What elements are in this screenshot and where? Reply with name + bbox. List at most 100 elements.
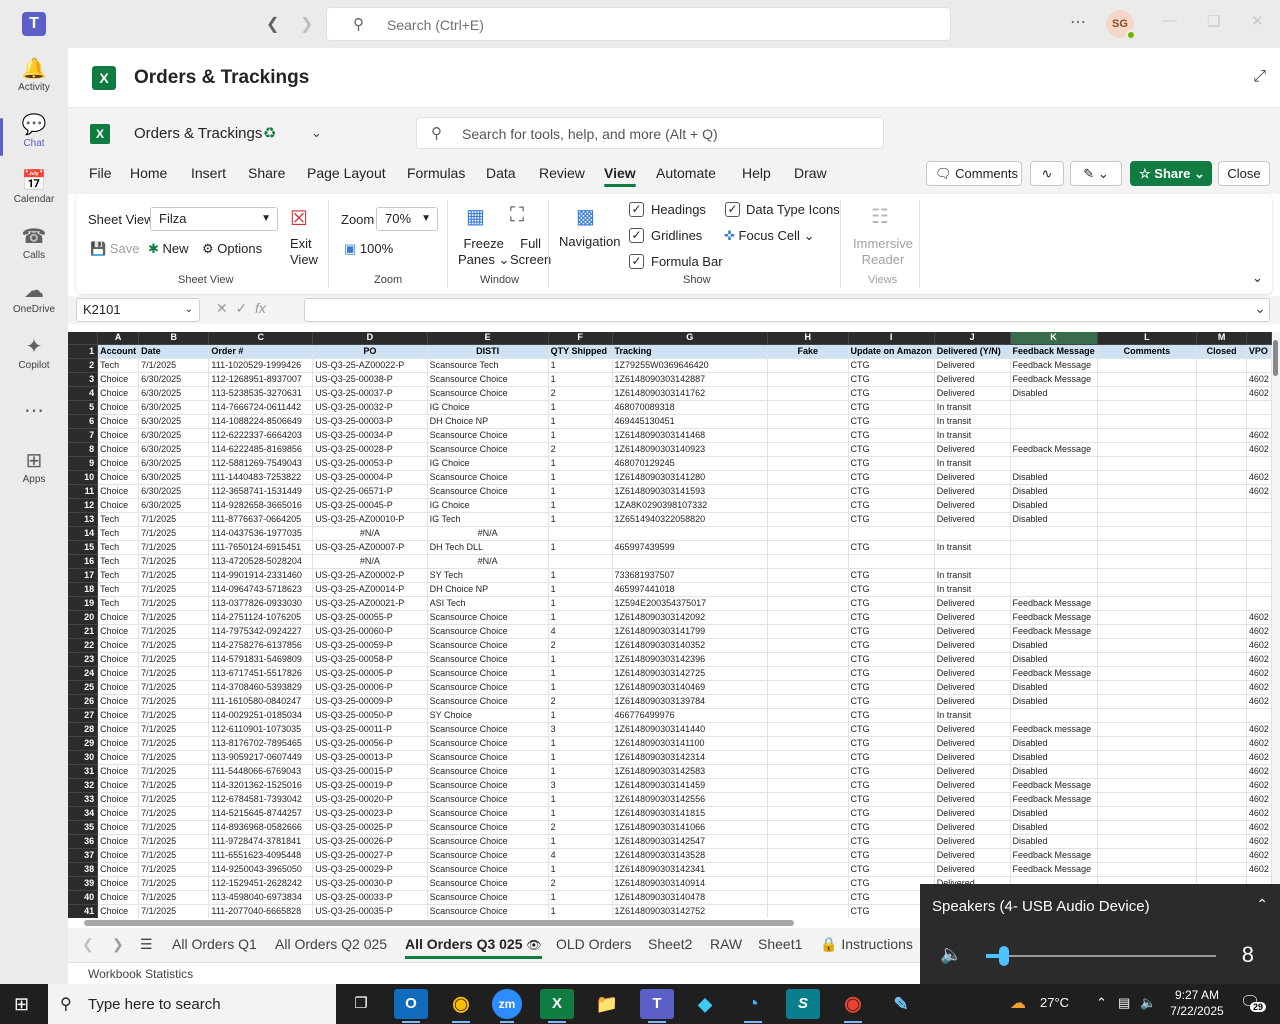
cell[interactable]: Choice [97, 876, 140, 891]
cell[interactable]: US-Q3-25-00013-P [312, 750, 428, 765]
cell[interactable] [1097, 456, 1198, 471]
cell[interactable] [1196, 456, 1247, 471]
cell[interactable]: 6/30/2025 [138, 414, 210, 429]
cell[interactable]: Scansource Choice [427, 820, 549, 835]
cell[interactable]: 1 [548, 764, 613, 779]
function-icon[interactable]: fx [255, 300, 266, 316]
cell[interactable]: 112-5881269-7549043 [208, 456, 314, 471]
cell[interactable] [1246, 512, 1272, 527]
cell[interactable]: Delivered [934, 820, 1011, 835]
navigation-button[interactable]: Navigation [559, 234, 620, 249]
cell[interactable] [1010, 554, 1098, 569]
cell[interactable]: SY Choice [427, 708, 549, 723]
cell[interactable]: 113-6717451-5517826 [208, 666, 314, 681]
editing-mode-button[interactable]: ✎ ⌄ [1070, 161, 1122, 186]
cell[interactable]: 1Z6148090303142396 [612, 652, 769, 667]
cell[interactable]: Disabled [1010, 680, 1098, 695]
cell[interactable] [1196, 442, 1247, 457]
column-header-cell[interactable]: Fake [767, 344, 849, 359]
cell[interactable]: Scansource Choice [427, 694, 549, 709]
cell[interactable] [767, 610, 849, 625]
cell[interactable]: 1 [548, 708, 613, 723]
cell[interactable] [767, 470, 849, 485]
cell[interactable] [1196, 540, 1247, 555]
cell[interactable]: Disabled [1010, 694, 1098, 709]
cell[interactable]: US-Q3-25-00005-P [312, 666, 428, 681]
cell[interactable]: 2 [548, 876, 613, 891]
cell[interactable]: CTG [848, 512, 935, 527]
cell[interactable]: US-Q3-25-00011-P [312, 722, 428, 737]
cell[interactable]: CTG [848, 680, 935, 695]
cell[interactable]: Scansource Choice [427, 470, 549, 485]
cell[interactable]: 7/1/2025 [138, 568, 210, 583]
cell[interactable]: 7/1/2025 [138, 638, 210, 653]
cell[interactable]: US-Q3-25-AZ00021-P [312, 596, 428, 611]
maximize-icon[interactable]: ❑ [1207, 12, 1220, 30]
cell[interactable]: 4602 [1246, 484, 1272, 499]
cell[interactable]: 1Z6514940322058820 [612, 512, 769, 527]
cell[interactable]: CTG [848, 792, 935, 807]
cell[interactable]: 4 [548, 848, 613, 863]
cell[interactable] [767, 624, 849, 639]
teams-search-input[interactable]: ⚲ Search (Ctrl+E) [326, 7, 951, 41]
cell[interactable]: CTG [848, 484, 935, 499]
cell[interactable] [767, 526, 849, 541]
cell[interactable]: 4602 [1246, 806, 1272, 821]
cell[interactable]: Choice [97, 498, 140, 513]
cell[interactable] [1196, 638, 1247, 653]
cell[interactable]: 4602 [1246, 638, 1272, 653]
cell[interactable]: Delivered [934, 358, 1011, 373]
cell[interactable] [767, 834, 849, 849]
cell[interactable]: US-Q3-25-00050-P [312, 708, 428, 723]
cell[interactable] [1097, 750, 1198, 765]
row-number[interactable]: 23 [68, 652, 99, 667]
cell[interactable]: Scansource Choice [427, 638, 549, 653]
row-number[interactable]: 14 [68, 526, 99, 541]
cell[interactable]: 6/30/2025 [138, 484, 210, 499]
cell[interactable]: In transit [934, 456, 1011, 471]
cell[interactable] [1196, 512, 1247, 527]
cell[interactable]: 113-0377826-0933030 [208, 596, 314, 611]
select-all-corner[interactable] [68, 332, 99, 345]
cell[interactable]: 1Z6148090303142092 [612, 610, 769, 625]
cell[interactable]: Scansource Choice [427, 764, 549, 779]
cell[interactable]: Choice [97, 694, 140, 709]
cell[interactable] [767, 862, 849, 877]
cell[interactable]: 111-5448066-6769043 [208, 764, 314, 779]
cell[interactable]: Choice [97, 470, 140, 485]
tab-draw[interactable]: Draw [794, 165, 827, 181]
cell[interactable]: Choice [97, 386, 140, 401]
column-letter[interactable]: C [208, 332, 314, 345]
cell[interactable]: 112-6110901-1073035 [208, 722, 314, 737]
cell[interactable]: 4602 [1246, 372, 1272, 387]
cell[interactable]: Scansource Choice [427, 680, 549, 695]
exit-view-button[interactable]: Exit View [290, 236, 318, 268]
cell[interactable]: In transit [934, 568, 1011, 583]
row-number[interactable]: 15 [68, 540, 99, 555]
cell[interactable]: 114-9250043-3965050 [208, 862, 314, 877]
cell[interactable]: 114-3201362-1525016 [208, 778, 314, 793]
headings-checkbox[interactable]: ✓ [629, 202, 644, 217]
column-header-cell[interactable]: Date [138, 344, 210, 359]
cell[interactable]: 7/1/2025 [138, 694, 210, 709]
cell[interactable]: Choice [97, 792, 140, 807]
cell[interactable] [548, 526, 613, 541]
cell[interactable]: IG Choice [427, 498, 549, 513]
cell[interactable]: CTG [848, 470, 935, 485]
cell[interactable]: 114-2751124-1076205 [208, 610, 314, 625]
cell[interactable]: SY Tech [427, 568, 549, 583]
cell[interactable]: 4602 [1246, 722, 1272, 737]
cell[interactable] [612, 554, 769, 569]
cell[interactable] [1097, 848, 1198, 863]
cell[interactable]: Delivered [934, 750, 1011, 765]
cell[interactable]: 1Z6148090303140352 [612, 638, 769, 653]
cell[interactable]: Delivered [934, 484, 1011, 499]
cell[interactable]: US-Q2-25-06571-P [312, 484, 428, 499]
cell[interactable] [1010, 708, 1098, 723]
cell[interactable] [1196, 372, 1247, 387]
row-number[interactable]: 37 [68, 848, 99, 863]
cell[interactable]: 1 [548, 750, 613, 765]
cell[interactable]: 469445130451 [612, 414, 769, 429]
cell[interactable] [1246, 526, 1272, 541]
cell[interactable]: CTG [848, 414, 935, 429]
